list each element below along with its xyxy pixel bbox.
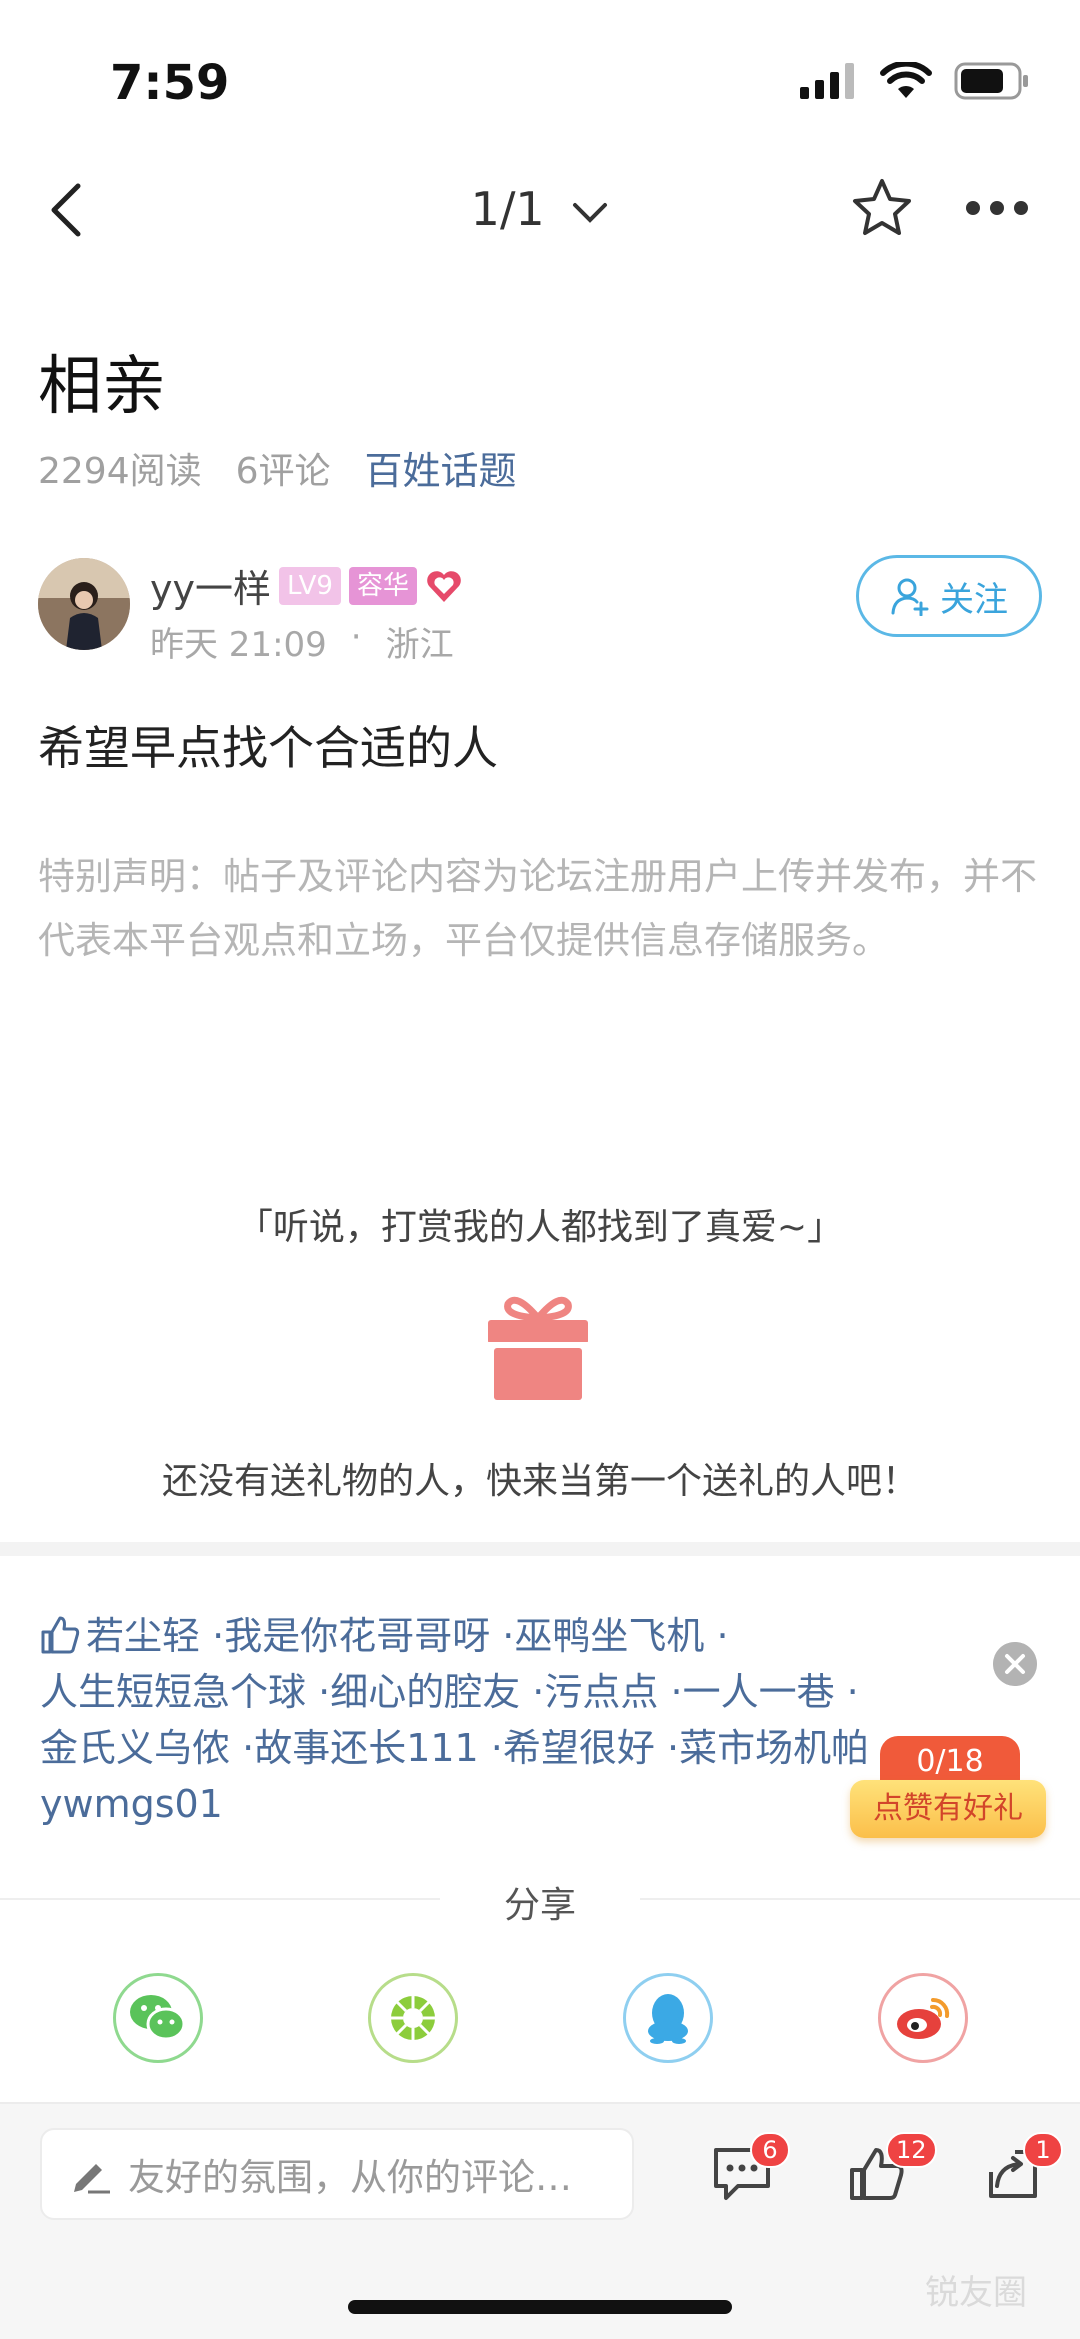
status-time: 7:59: [110, 55, 230, 111]
reward-slogan: 「听说，打赏我的人都找到了真爱~」: [236, 1207, 844, 1248]
meta-separator: ·: [350, 617, 362, 657]
post-location: 浙江: [385, 625, 454, 665]
section-divider: [0, 1542, 1080, 1556]
share-title: 分享: [440, 1876, 640, 1928]
likers-list: 若尘轻 ·我是你花哥哥呀 ·巫鸭坐飞机 · 人生短短急个球 ·细心的腔友 ·污点点…: [40, 1614, 870, 1826]
comments-button[interactable]: 6: [712, 2132, 790, 2206]
battery-icon: [954, 62, 1028, 100]
title-badge: 容华: [348, 566, 417, 605]
liker-name[interactable]: 菜市场机帕: [679, 1726, 869, 1770]
page-selector[interactable]: 1/1: [0, 182, 1080, 236]
wifi-icon: [880, 62, 932, 98]
close-icon[interactable]: [993, 1642, 1037, 1686]
disclaimer-text: 特别声明：帖子及评论内容为论坛注册用户上传并发布，并不代表本平台观点和立场，平台…: [38, 855, 1037, 962]
comment-placeholder: 友好的氛围，从你的评论…: [128, 2156, 572, 2199]
like-reward-promo[interactable]: 0/18 点赞有好礼: [850, 1736, 1046, 1848]
share-row: [0, 1973, 1080, 2063]
post-time: 昨天 21:09: [150, 625, 327, 665]
signal-icon: [800, 63, 854, 99]
post-title: 相亲: [38, 350, 166, 424]
share-moments-button[interactable]: [368, 1973, 458, 2063]
author-meta: 昨天 21:09 · 浙江: [150, 617, 454, 666]
author-name-row: yy一样 LV9 容华: [150, 558, 463, 613]
comment-count: 6评论: [235, 450, 331, 492]
follow-label: 关注: [940, 579, 1008, 620]
level-badge: LV9: [278, 566, 341, 605]
share-button[interactable]: 1: [985, 2132, 1063, 2206]
status-icons: [800, 62, 1030, 100]
share-count-badge: 1: [1023, 2132, 1063, 2168]
add-user-icon: [891, 578, 929, 616]
moments-icon: [391, 1996, 435, 2040]
topic-link[interactable]: 百姓话题: [365, 440, 517, 495]
share-qq-button[interactable]: [623, 1973, 713, 2063]
nav-bar: 1/1: [0, 160, 1080, 260]
liker-name[interactable]: 我是你花哥哥呀: [224, 1614, 490, 1658]
home-indicator: [348, 2300, 732, 2314]
qq-icon: [648, 1994, 688, 2044]
author-name[interactable]: yy一样: [150, 558, 271, 613]
liker-name[interactable]: ywmgs01: [40, 1782, 223, 1826]
liker-name[interactable]: 希望很好: [503, 1726, 655, 1770]
share-weibo-button[interactable]: [878, 1973, 968, 2063]
favorite-star-icon[interactable]: [850, 176, 914, 240]
liker-name[interactable]: 若尘轻: [86, 1614, 200, 1658]
liker-name[interactable]: 一人一巷: [683, 1670, 835, 1714]
watermark: 锐友圈: [925, 2273, 1027, 2313]
promo-label: 点赞有好礼: [850, 1780, 1046, 1838]
pencil-icon: [74, 2164, 110, 2194]
thumbs-up-icon: [41, 1616, 80, 1654]
share-wechat-button[interactable]: [113, 1973, 203, 2063]
comment-count-badge: 6: [750, 2132, 790, 2168]
chevron-down-icon: [573, 202, 608, 223]
author-avatar[interactable]: [38, 558, 130, 650]
like-count-badge: 12: [886, 2132, 937, 2168]
more-options-icon[interactable]: [965, 200, 1029, 216]
comment-input[interactable]: 友好的氛围，从你的评论…: [40, 2128, 634, 2220]
liker-name[interactable]: 故事还长111: [254, 1726, 479, 1770]
heart-badge-icon: [427, 570, 461, 602]
liker-name[interactable]: 污点点: [544, 1670, 658, 1714]
gift-icon[interactable]: [486, 1290, 590, 1402]
liker-name[interactable]: 人生短短急个球: [40, 1670, 306, 1714]
page-indicator: 1/1: [470, 182, 545, 236]
liker-name[interactable]: 巫鸭坐飞机: [514, 1614, 704, 1658]
post-body: 希望早点找个合适的人: [38, 721, 498, 775]
weibo-icon: [897, 1997, 950, 2039]
like-button[interactable]: 12: [848, 2132, 937, 2206]
status-bar: 7:59: [0, 0, 1080, 150]
follow-button[interactable]: 关注: [856, 555, 1042, 637]
liker-name[interactable]: 细心的腔友: [330, 1670, 520, 1714]
reward-empty-text: 还没有送礼物的人，快来当第一个送礼的人吧！: [161, 1461, 918, 1502]
post-meta: 2294阅读 6评论 百姓话题: [38, 440, 517, 495]
read-count: 2294阅读: [38, 450, 202, 492]
wechat-icon: [130, 1995, 186, 2041]
liker-name[interactable]: 金氏义乌侬: [40, 1726, 230, 1770]
